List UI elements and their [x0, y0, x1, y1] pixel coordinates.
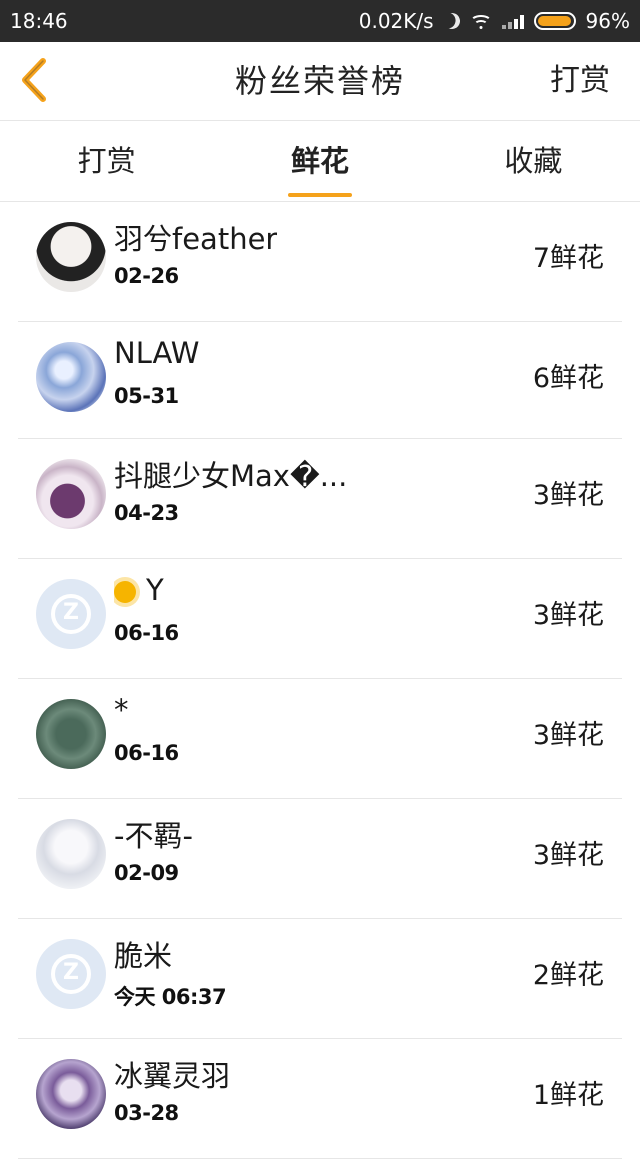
reward-button[interactable]: 打赏: [550, 42, 610, 120]
signal-icon: [501, 13, 524, 29]
list-item[interactable]: -不羁- 02-09 3鲜花: [18, 799, 622, 919]
fan-name-wrap: Y: [114, 573, 164, 607]
fan-name: 抖腿少女Max�...: [114, 459, 348, 493]
fan-date: 04-23: [114, 501, 179, 525]
status-time: 18:46: [10, 9, 68, 33]
avatar: [36, 939, 106, 1009]
list-item[interactable]: Y 06-16 3鲜花: [18, 559, 622, 679]
battery-icon: [533, 12, 576, 30]
do-not-disturb-icon: [441, 11, 462, 32]
fan-name: 脆米: [114, 939, 173, 973]
status-bar: 18:46 0.02K/s 96%: [0, 0, 640, 42]
fan-name: Y: [146, 573, 164, 607]
qzone-placeholder-icon: [51, 954, 91, 994]
fan-name: -不羁-: [114, 819, 193, 853]
fan-date: 03-28: [114, 1101, 179, 1125]
fan-list: 羽兮feather 02-26 7鲜花 NLAW 05-31 6鲜花 抖腿少女M…: [0, 202, 640, 1159]
list-item[interactable]: 羽兮feather 02-26 7鲜花: [18, 202, 622, 322]
page-title: 粉丝荣誉榜: [234, 62, 405, 100]
list-item[interactable]: NLAW 05-31 6鲜花: [18, 322, 622, 439]
tab-reward[interactable]: 打赏: [0, 121, 213, 201]
flower-count: 6鲜花: [532, 363, 604, 394]
list-item[interactable]: 脆米 今天 06:37 2鲜花: [18, 919, 622, 1039]
flower-count: 3鲜花: [532, 480, 604, 511]
tab-label: 收藏: [504, 144, 563, 178]
flower-count: 1鲜花: [532, 1080, 604, 1111]
wifi-icon: [469, 13, 492, 29]
flower-count: 3鲜花: [532, 600, 604, 631]
flower-count: 7鲜花: [532, 243, 604, 274]
fan-name: NLAW: [114, 336, 200, 370]
qzone-placeholder-icon: [51, 594, 91, 634]
fan-date: 06-16: [114, 741, 179, 765]
fan-name: 羽兮feather: [114, 222, 278, 256]
flower-count: 3鲜花: [532, 840, 604, 871]
fan-date: 02-26: [114, 264, 179, 288]
active-tab-indicator: [287, 193, 352, 197]
tab-label: 打赏: [77, 144, 136, 178]
chevron-left-icon: [22, 58, 46, 102]
avatar: [36, 819, 106, 889]
sun-emoji-icon: [114, 581, 136, 603]
fan-date: 06-16: [114, 621, 179, 645]
avatar: [36, 342, 106, 412]
tab-label: 鲜花: [290, 144, 349, 178]
avatar: [36, 699, 106, 769]
flower-count: 3鲜花: [532, 720, 604, 751]
list-item[interactable]: 抖腿少女Max�... 04-23 3鲜花: [18, 439, 622, 559]
tab-bar: 打赏 鲜花 收藏: [0, 121, 640, 202]
back-button[interactable]: [14, 56, 54, 104]
net-speed: 0.02K/s: [358, 9, 434, 33]
fan-name: *: [114, 693, 129, 727]
avatar: [36, 579, 106, 649]
avatar: [36, 1059, 106, 1129]
battery-percent: 96%: [585, 9, 630, 33]
list-item[interactable]: * 06-16 3鲜花: [18, 679, 622, 799]
header: 粉丝荣誉榜 打赏: [0, 42, 640, 121]
avatar: [36, 222, 106, 292]
fan-date: 今天 06:37: [114, 985, 227, 1009]
fan-date: 02-09: [114, 861, 179, 885]
fan-name: 冰翼灵羽: [114, 1059, 231, 1093]
avatar: [36, 459, 106, 529]
fan-date: 05-31: [114, 384, 179, 408]
tab-favorites[interactable]: 收藏: [427, 121, 640, 201]
tab-flowers[interactable]: 鲜花: [213, 121, 426, 201]
list-item[interactable]: 冰翼灵羽 03-28 1鲜花: [18, 1039, 622, 1159]
flower-count: 2鲜花: [532, 960, 604, 991]
